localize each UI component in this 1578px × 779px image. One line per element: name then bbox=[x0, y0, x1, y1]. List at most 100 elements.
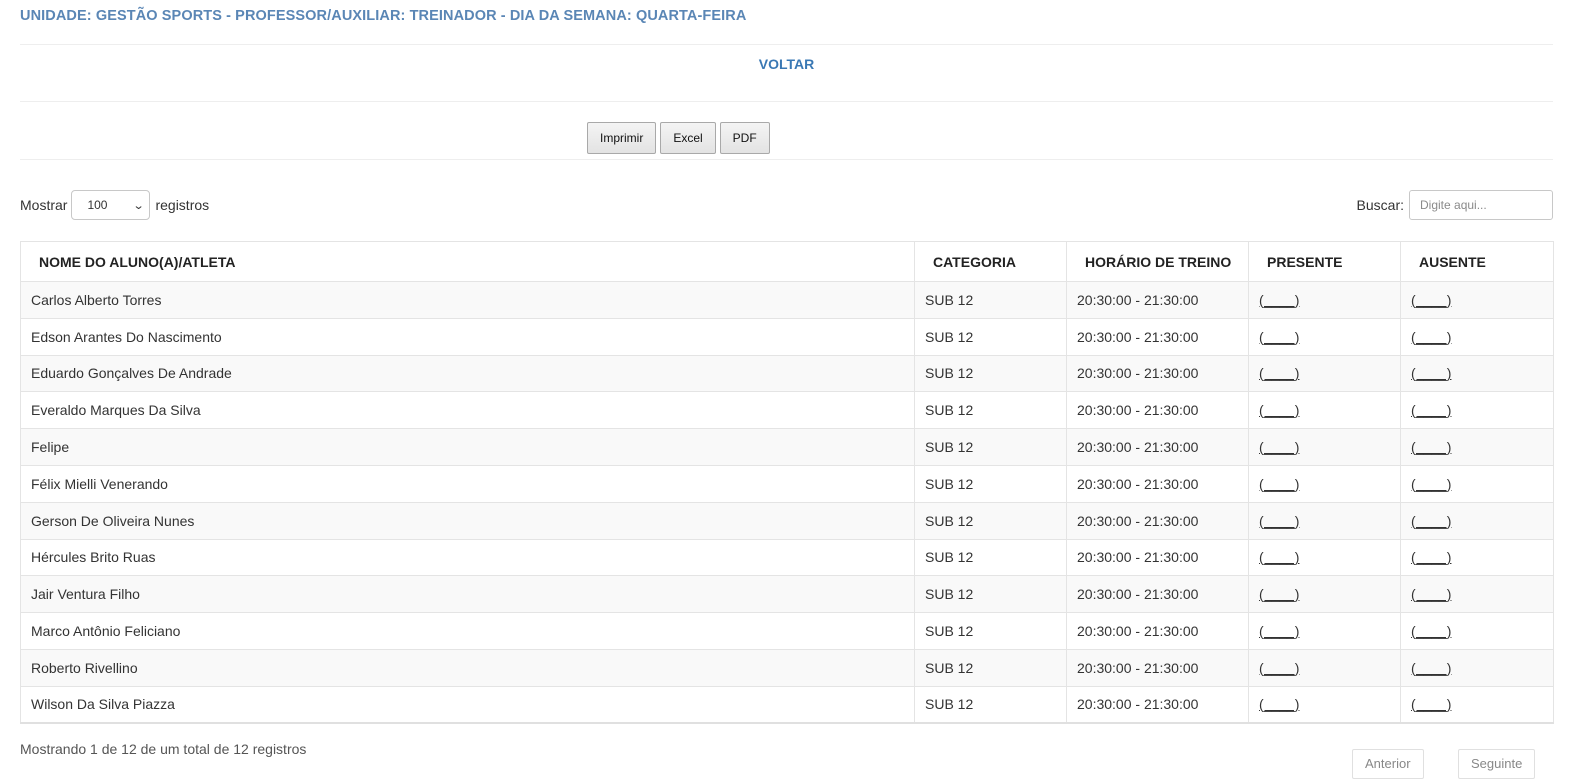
chevron-down-icon: ⌄ bbox=[132, 199, 145, 212]
cell-time: 20:30:00 - 21:30:00 bbox=[1066, 501, 1249, 540]
cell-present: (____) bbox=[1248, 612, 1401, 650]
length-suffix-label: registros bbox=[155, 197, 210, 213]
present-mark: (____) bbox=[1259, 439, 1300, 456]
page-length-value: 100 bbox=[87, 198, 108, 212]
cell-category: SUB 12 bbox=[914, 648, 1067, 687]
back-link[interactable]: VOLTAR bbox=[0, 56, 1573, 72]
cell-present: (____) bbox=[1248, 317, 1401, 356]
absent-mark: (____) bbox=[1411, 586, 1452, 603]
column-header-absent[interactable]: AUSENTE bbox=[1400, 241, 1554, 282]
table-row: Félix Mielli Venerando SUB 12 20:30:00 - 2… bbox=[20, 464, 1554, 503]
pdf-button[interactable]: PDF bbox=[719, 122, 770, 154]
page-length-control: Mostrar 100 ⌄ registros bbox=[20, 190, 209, 220]
present-mark: (____) bbox=[1259, 696, 1300, 713]
cell-present: (____) bbox=[1248, 575, 1401, 614]
absent-mark: (____) bbox=[1411, 402, 1452, 419]
cell-category: SUB 12 bbox=[914, 354, 1067, 393]
table-row: Marco Antônio Feliciano SUB 12 20:30:00 - … bbox=[20, 612, 1554, 650]
cell-time: 20:30:00 - 21:30:00 bbox=[1066, 317, 1249, 356]
absent-mark: (____) bbox=[1411, 291, 1452, 308]
absent-mark: (____) bbox=[1411, 328, 1452, 345]
length-prefix-label: Mostrar bbox=[20, 197, 68, 213]
cell-name: Jair Ventura Filho bbox=[20, 575, 915, 614]
next-page-button[interactable]: Seguinte bbox=[1458, 749, 1536, 779]
cell-present: (____) bbox=[1248, 281, 1401, 319]
column-header-category[interactable]: CATEGORIA bbox=[914, 241, 1067, 282]
present-mark: (____) bbox=[1259, 623, 1300, 640]
cell-present: (____) bbox=[1248, 354, 1401, 393]
absent-mark: (____) bbox=[1411, 475, 1452, 492]
table-row: Carlos Alberto Torres SUB 12 20:30:00 - 21… bbox=[20, 281, 1554, 319]
previous-page-button[interactable]: Anterior bbox=[1352, 749, 1424, 779]
cell-absent: (____) bbox=[1400, 685, 1554, 725]
page-title: UNIDADE: GESTÃO SPORTS - PROFESSOR/AUXIL… bbox=[20, 8, 747, 24]
cell-absent: (____) bbox=[1400, 612, 1554, 650]
table-info: Mostrando 1 de 12 de um total de 12 regi… bbox=[20, 741, 307, 757]
column-header-name[interactable]: NOME DO ALUNO(A)/ATLETA bbox=[20, 241, 915, 282]
cell-time: 20:30:00 - 21:30:00 bbox=[1066, 391, 1249, 430]
cell-category: SUB 12 bbox=[914, 281, 1067, 319]
cell-absent: (____) bbox=[1400, 391, 1554, 430]
cell-name: Everaldo Marques Da Silva bbox=[20, 391, 915, 430]
absent-mark: (____) bbox=[1411, 365, 1452, 382]
export-toolbar: Imprimir Excel PDF bbox=[587, 122, 770, 154]
table-row: Wilson Da Silva Piazza SUB 12 20:30:00 - 2… bbox=[20, 685, 1554, 725]
absent-mark: (____) bbox=[1411, 549, 1452, 566]
cell-category: SUB 12 bbox=[914, 391, 1067, 430]
cell-absent: (____) bbox=[1400, 464, 1554, 503]
cell-present: (____) bbox=[1248, 648, 1401, 687]
excel-button[interactable]: Excel bbox=[660, 122, 716, 154]
search-input[interactable] bbox=[1409, 190, 1553, 220]
cell-time: 20:30:00 - 21:30:00 bbox=[1066, 354, 1249, 393]
page-length-select[interactable]: 100 ⌄ bbox=[71, 190, 151, 220]
search-control: Buscar: bbox=[1357, 190, 1553, 220]
present-mark: (____) bbox=[1259, 549, 1300, 566]
present-mark: (____) bbox=[1259, 365, 1300, 382]
cell-name: Carlos Alberto Torres bbox=[20, 281, 915, 319]
cell-absent: (____) bbox=[1400, 354, 1554, 393]
cell-present: (____) bbox=[1248, 538, 1401, 577]
present-mark: (____) bbox=[1259, 586, 1300, 603]
cell-absent: (____) bbox=[1400, 538, 1554, 577]
absent-mark: (____) bbox=[1411, 512, 1452, 529]
cell-present: (____) bbox=[1248, 685, 1401, 725]
cell-category: SUB 12 bbox=[914, 428, 1067, 466]
present-mark: (____) bbox=[1259, 512, 1300, 529]
cell-absent: (____) bbox=[1400, 575, 1554, 614]
cell-time: 20:30:00 - 21:30:00 bbox=[1066, 428, 1249, 466]
cell-absent: (____) bbox=[1400, 281, 1554, 319]
table-row: Jair Ventura Filho SUB 12 20:30:00 - 21:30… bbox=[20, 575, 1554, 614]
table-row: Gerson De Oliveira Nunes SUB 12 20:30:00 -… bbox=[20, 501, 1554, 540]
cell-category: SUB 12 bbox=[914, 538, 1067, 577]
present-mark: (____) bbox=[1259, 291, 1300, 308]
table-row: Felipe SUB 12 20:30:00 - 21:30:00 (____) (__… bbox=[20, 428, 1554, 466]
table-row: Roberto Rivellino SUB 12 20:30:00 - 21:30:… bbox=[20, 648, 1554, 687]
cell-category: SUB 12 bbox=[914, 464, 1067, 503]
column-header-time[interactable]: HORÁRIO DE TREINO bbox=[1066, 241, 1249, 282]
cell-name: Marco Antônio Feliciano bbox=[20, 612, 915, 650]
cell-name: Felipe bbox=[20, 428, 915, 466]
table-header-row: NOME DO ALUNO(A)/ATLETA CATEGORIA HORÁRI… bbox=[20, 241, 1554, 282]
divider bbox=[20, 159, 1553, 160]
cell-present: (____) bbox=[1248, 391, 1401, 430]
present-mark: (____) bbox=[1259, 328, 1300, 345]
cell-category: SUB 12 bbox=[914, 317, 1067, 356]
cell-present: (____) bbox=[1248, 464, 1401, 503]
print-button[interactable]: Imprimir bbox=[587, 122, 657, 154]
cell-name: Félix Mielli Venerando bbox=[20, 464, 915, 503]
cell-time: 20:30:00 - 21:30:00 bbox=[1066, 464, 1249, 503]
cell-time: 20:30:00 - 21:30:00 bbox=[1066, 612, 1249, 650]
cell-time: 20:30:00 - 21:30:00 bbox=[1066, 538, 1249, 577]
column-header-present[interactable]: PRESENTE bbox=[1248, 241, 1401, 282]
table-row: Hércules Brito Ruas SUB 12 20:30:00 - 21:3… bbox=[20, 538, 1554, 577]
cell-name: Wilson Da Silva Piazza bbox=[20, 685, 915, 725]
search-label: Buscar: bbox=[1356, 197, 1404, 213]
cell-time: 20:30:00 - 21:30:00 bbox=[1066, 281, 1249, 319]
absent-mark: (____) bbox=[1411, 623, 1452, 640]
cell-absent: (____) bbox=[1400, 317, 1554, 356]
cell-category: SUB 12 bbox=[914, 685, 1067, 725]
cell-name: Hércules Brito Ruas bbox=[20, 538, 915, 577]
table-row: Everaldo Marques Da Silva SUB 12 20:30:00 … bbox=[20, 391, 1554, 430]
cell-time: 20:30:00 - 21:30:00 bbox=[1066, 575, 1249, 614]
attendance-table: NOME DO ALUNO(A)/ATLETA CATEGORIA HORÁRI… bbox=[20, 241, 1554, 725]
